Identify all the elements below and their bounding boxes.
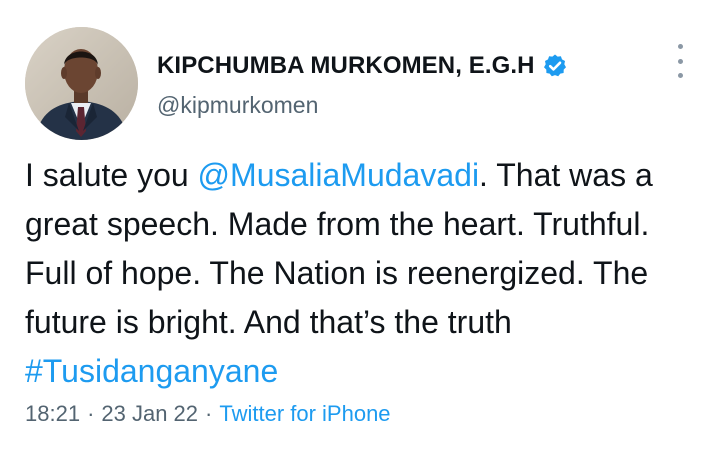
meta-separator: ·: [205, 401, 213, 426]
tweet-date[interactable]: 23 Jan 22: [101, 401, 198, 426]
meta-separator: ·: [87, 401, 95, 426]
tweet-meta: 18:21 · 23 Jan 22 · Twitter for iPhone: [25, 401, 391, 427]
tweet-time[interactable]: 18:21: [25, 401, 80, 426]
more-options-icon[interactable]: [668, 44, 692, 78]
source-link[interactable]: Twitter for iPhone: [219, 401, 390, 426]
mention-link[interactable]: @MusaliaMudavadi: [198, 157, 480, 193]
author-row: KIPCHUMBA MURKOMEN, E.G.H: [157, 52, 568, 80]
hashtag-link[interactable]: #Tusidanganyane: [25, 353, 278, 389]
verified-badge-icon: [542, 53, 568, 79]
tweet-text: I salute you @MusaliaMudavadi. That was …: [25, 151, 705, 396]
tweet-card: KIPCHUMBA MURKOMEN, E.G.H @kipmurkomen I…: [0, 0, 720, 453]
avatar[interactable]: [25, 27, 138, 140]
tweet-text-part: I salute you: [25, 157, 198, 193]
more-dot: [677, 73, 683, 78]
handle[interactable]: @kipmurkomen: [157, 92, 318, 119]
more-dot: [677, 58, 683, 64]
more-dot: [677, 44, 683, 49]
profile-photo: [25, 27, 138, 140]
display-name[interactable]: KIPCHUMBA MURKOMEN, E.G.H: [157, 52, 535, 80]
